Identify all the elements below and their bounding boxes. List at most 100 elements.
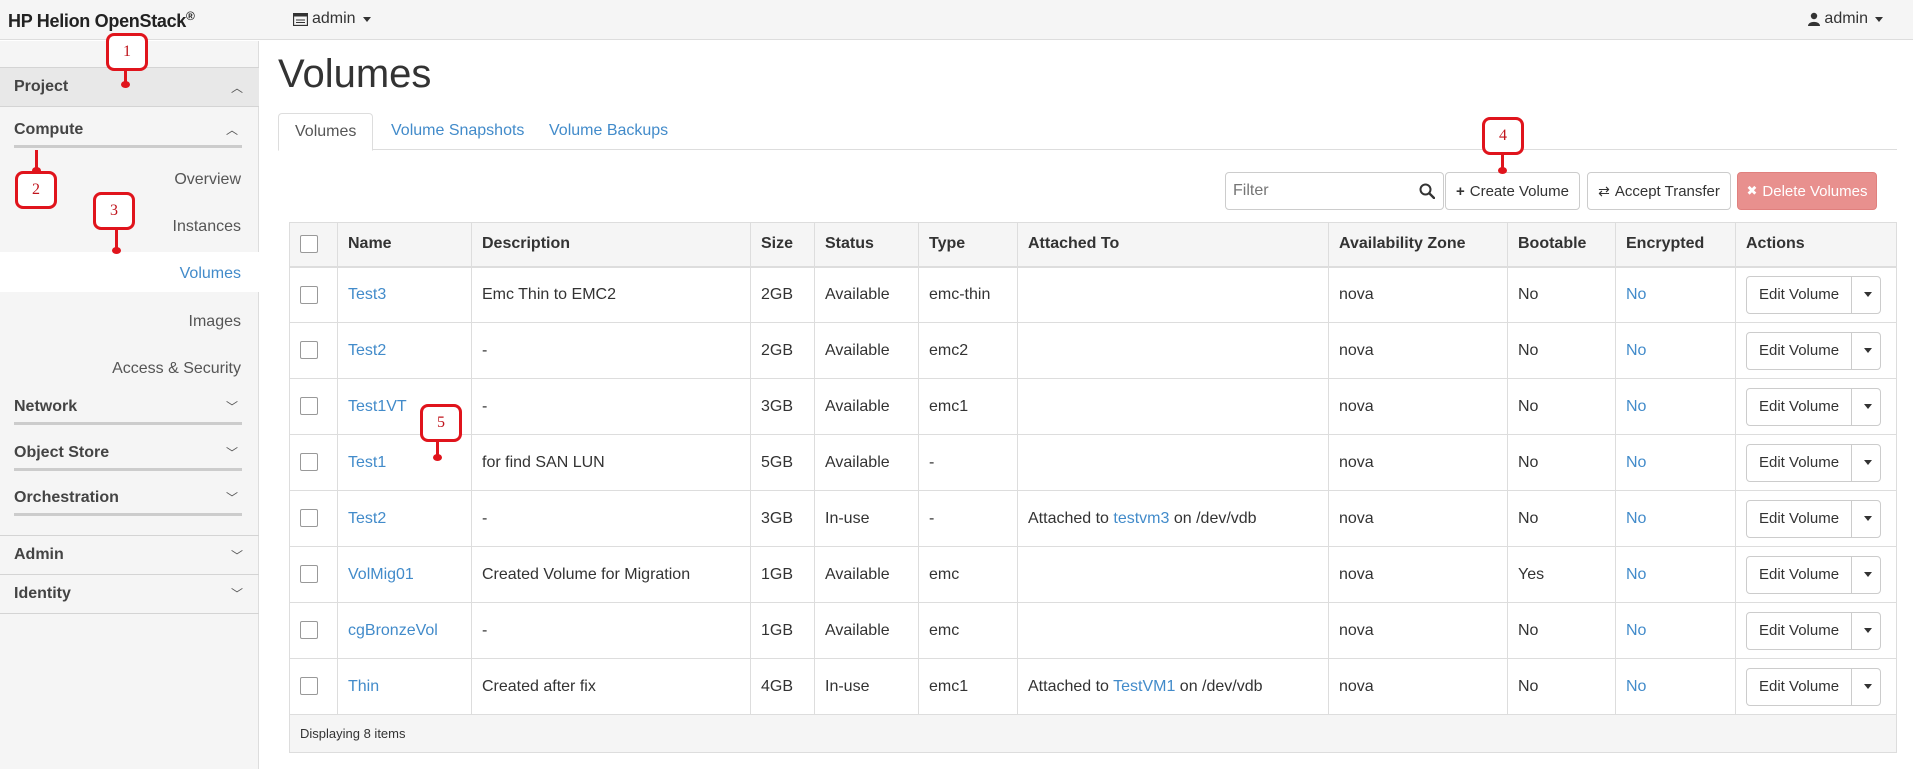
edit-volume-button[interactable]: Edit Volume: [1747, 668, 1853, 705]
encrypted-link[interactable]: No: [1626, 510, 1646, 527]
volume-status: Available: [814, 546, 919, 603]
volume-name-link[interactable]: cgBronzeVol: [348, 622, 438, 639]
volume-name-link[interactable]: VolMig01: [348, 566, 414, 583]
project-selector[interactable]: admin: [293, 10, 371, 28]
encrypted-link[interactable]: No: [1626, 342, 1646, 359]
select-all-header: [289, 222, 338, 268]
volume-name-link[interactable]: Test1: [348, 454, 386, 471]
filter-input[interactable]: [1226, 173, 1406, 209]
more-actions-toggle[interactable]: [1852, 557, 1880, 593]
volume-attached-to: [1017, 266, 1329, 323]
row-checkbox[interactable]: [300, 397, 318, 416]
row-actions-group: Edit Volume: [1746, 275, 1882, 314]
column-header-encrypted[interactable]: Encrypted: [1615, 222, 1736, 268]
delete-volumes-button[interactable]: ✖ Delete Volumes: [1737, 172, 1877, 210]
sidebar-item-overview[interactable]: Overview: [174, 171, 241, 189]
column-header-description[interactable]: Description: [471, 222, 751, 268]
select-all-checkbox[interactable]: [300, 235, 318, 254]
more-actions-toggle[interactable]: [1852, 333, 1880, 369]
sidebar-item-volumes[interactable]: Volumes: [180, 265, 241, 283]
volume-actions-cell: Edit Volume: [1735, 378, 1897, 435]
volume-type: emc1: [918, 658, 1018, 715]
column-header-status[interactable]: Status: [814, 222, 919, 268]
sidebar-group-object-store[interactable]: Object Store ﹀: [14, 437, 242, 471]
chevron-up-icon: ︿: [230, 80, 243, 95]
row-checkbox[interactable]: [300, 509, 318, 528]
sidebar-section-identity[interactable]: Identity ﹀: [0, 574, 259, 614]
user-menu[interactable]: admin: [1808, 10, 1883, 28]
edit-volume-button[interactable]: Edit Volume: [1747, 556, 1853, 593]
chevron-up-icon: ︿: [225, 123, 238, 137]
more-actions-toggle[interactable]: [1852, 613, 1880, 649]
instance-link[interactable]: testvm3: [1113, 510, 1169, 527]
volume-bootable: Yes: [1507, 546, 1616, 603]
volume-actions-cell: Edit Volume: [1735, 266, 1897, 323]
volume-name-link[interactable]: Test2: [348, 510, 386, 527]
sidebar-item-instances[interactable]: Instances: [173, 218, 241, 236]
column-header-size[interactable]: Size: [750, 222, 815, 268]
edit-volume-button[interactable]: Edit Volume: [1747, 332, 1853, 369]
encrypted-link[interactable]: No: [1626, 622, 1646, 639]
search-icon[interactable]: [1419, 183, 1435, 199]
edit-volume-button[interactable]: Edit Volume: [1747, 444, 1853, 481]
encrypted-link[interactable]: No: [1626, 398, 1646, 415]
sidebar-section-admin[interactable]: Admin ﹀: [0, 535, 259, 575]
column-header-bootable[interactable]: Bootable: [1507, 222, 1616, 268]
table-header-row: Name Description Size Status Type Attach…: [289, 222, 1897, 268]
column-header-name[interactable]: Name: [337, 222, 472, 268]
tab-volume-snapshots[interactable]: Volume Snapshots: [375, 113, 540, 151]
column-header-availability-zone[interactable]: Availability Zone: [1328, 222, 1508, 268]
encrypted-link[interactable]: No: [1626, 286, 1646, 303]
column-header-type[interactable]: Type: [918, 222, 1018, 268]
row-select-cell: [289, 490, 338, 547]
row-select-cell: [289, 378, 338, 435]
volume-name-link[interactable]: Test2: [348, 342, 386, 359]
volume-actions-cell: Edit Volume: [1735, 322, 1897, 379]
sidebar-section-project[interactable]: Project ︿: [0, 67, 259, 107]
sidebar-group-orchestration-label: Orchestration: [14, 488, 119, 506]
column-header-attached-to[interactable]: Attached To: [1017, 222, 1329, 268]
volume-name-link[interactable]: Thin: [348, 678, 379, 695]
volume-name-link[interactable]: Test1VT: [348, 398, 407, 415]
row-select-cell: [289, 266, 338, 323]
volume-availability-zone: nova: [1328, 266, 1508, 323]
table-row: Thin Created after fix 4GB In-use emc1 A…: [289, 658, 1897, 715]
edit-volume-button[interactable]: Edit Volume: [1747, 500, 1853, 537]
accept-transfer-label: Accept Transfer: [1614, 182, 1720, 200]
sidebar-group-orchestration[interactable]: Orchestration ﹀: [14, 482, 242, 516]
encrypted-link[interactable]: No: [1626, 454, 1646, 471]
accept-transfer-button[interactable]: ⇄ Accept Transfer: [1587, 172, 1731, 210]
volume-name-link[interactable]: Test3: [348, 286, 386, 303]
create-volume-button[interactable]: + Create Volume: [1445, 172, 1580, 210]
row-actions-group: Edit Volume: [1746, 443, 1882, 482]
brand-logo[interactable]: HP Helion OpenStack®: [8, 9, 195, 32]
row-actions-group: Edit Volume: [1746, 611, 1882, 650]
sidebar-item-images[interactable]: Images: [189, 313, 241, 331]
more-actions-toggle[interactable]: [1852, 445, 1880, 481]
row-checkbox[interactable]: [300, 677, 318, 696]
sidebar-group-compute[interactable]: Compute ︿: [14, 114, 242, 148]
more-actions-toggle[interactable]: [1852, 669, 1880, 705]
tab-volume-backups[interactable]: Volume Backups: [533, 113, 684, 151]
edit-volume-button[interactable]: Edit Volume: [1747, 388, 1853, 425]
row-checkbox[interactable]: [300, 285, 318, 304]
more-actions-toggle[interactable]: [1852, 277, 1880, 313]
sidebar-item-access-security[interactable]: Access & Security: [112, 360, 241, 378]
more-actions-toggle[interactable]: [1852, 389, 1880, 425]
encrypted-link[interactable]: No: [1626, 566, 1646, 583]
sidebar-group-network[interactable]: Network ﹀: [14, 391, 242, 425]
edit-volume-button[interactable]: Edit Volume: [1747, 612, 1853, 649]
row-checkbox[interactable]: [300, 341, 318, 360]
more-actions-toggle[interactable]: [1852, 501, 1880, 537]
caret-down-icon: [1863, 460, 1872, 465]
tab-volumes[interactable]: Volumes: [278, 113, 374, 151]
caret-down-icon: [1863, 572, 1872, 577]
volume-attached-to: [1017, 378, 1329, 435]
encrypted-link[interactable]: No: [1626, 678, 1646, 695]
row-checkbox[interactable]: [300, 565, 318, 584]
edit-volume-button[interactable]: Edit Volume: [1747, 276, 1853, 313]
instance-link[interactable]: TestVM1: [1113, 678, 1175, 695]
row-checkbox[interactable]: [300, 453, 318, 472]
volume-description: -: [471, 378, 751, 435]
row-checkbox[interactable]: [300, 621, 318, 640]
